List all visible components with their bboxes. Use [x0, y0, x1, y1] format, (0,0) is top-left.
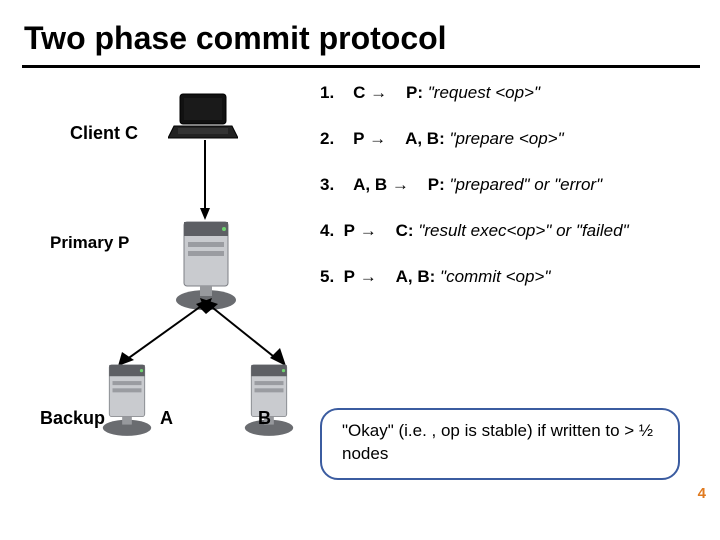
step-message: "prepare <op>" — [449, 129, 563, 148]
step-number: 3. — [320, 175, 334, 194]
primary-label: Primary P — [50, 233, 129, 253]
step-from: P — [344, 221, 355, 240]
step-5: 5. P → A, B: "commit <op>" — [320, 266, 700, 288]
step-message: "commit <op>" — [440, 267, 550, 286]
arrow-icon: → — [370, 83, 387, 102]
step-to: P: — [406, 83, 423, 102]
step-message: "prepared" or "error" — [449, 175, 602, 194]
arrow-client-primary — [198, 140, 212, 220]
step-1: 1. C → P: "request <op>" — [320, 82, 700, 104]
network-diagram: Client C Primary P — [40, 78, 310, 478]
step-4: 4. P → C: "result exec<op>" or "failed" — [320, 220, 700, 242]
content-area: Client C Primary P — [0, 68, 720, 508]
step-to: P: — [428, 175, 445, 194]
arrow-icon: → — [369, 129, 386, 148]
step-number: 1. — [320, 83, 334, 102]
step-number: 5. — [320, 267, 334, 286]
slide-number: 4 — [698, 485, 706, 502]
client-label: Client C — [70, 123, 138, 144]
step-number: 4. — [320, 221, 334, 240]
arrow-icon: → — [392, 175, 409, 194]
step-from: P — [344, 267, 355, 286]
node-b-label: B — [258, 408, 271, 429]
step-message: "request <op>" — [428, 83, 540, 102]
step-from: A, B — [353, 175, 387, 194]
step-message: "result exec<op>" or "failed" — [418, 221, 628, 240]
slide-title: Two phase commit protocol — [0, 0, 720, 65]
protocol-steps: 1. C → P: "request <op>" 2. P → A, B: "p… — [320, 82, 700, 312]
step-3: 3. A, B → P: "prepared" or "error" — [320, 174, 700, 196]
backup-label: Backup — [40, 408, 105, 429]
step-to: C: — [396, 221, 414, 240]
arrow-icon: → — [360, 221, 377, 240]
arrow-icon: → — [360, 267, 377, 286]
server-icon — [98, 360, 156, 440]
stability-callout: "Okay" (i.e. , op is stable) if written … — [320, 408, 680, 480]
step-2: 2. P → A, B: "prepare <op>" — [320, 128, 700, 150]
node-a-label: A — [160, 408, 173, 429]
laptop-icon — [168, 92, 238, 142]
step-to: A, B: — [405, 129, 445, 148]
step-from: P — [353, 129, 364, 148]
step-number: 2. — [320, 129, 334, 148]
step-to: A, B: — [396, 267, 436, 286]
step-from: C — [353, 83, 365, 102]
